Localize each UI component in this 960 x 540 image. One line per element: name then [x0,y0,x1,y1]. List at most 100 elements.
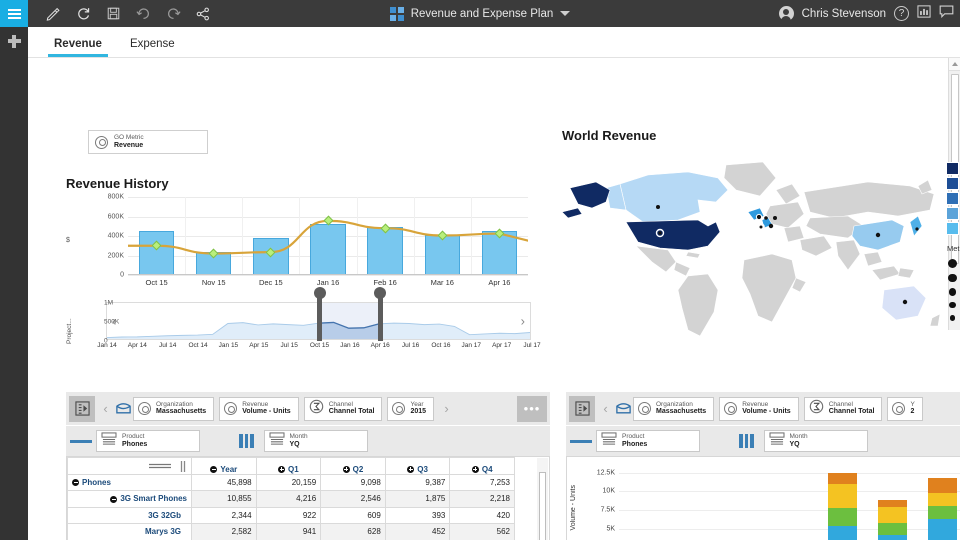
panel-menu-icon[interactable] [69,396,95,422]
filter-more-button[interactable]: ••• [517,396,547,422]
bar-segment[interactable] [878,535,907,540]
bar-segment[interactable] [828,473,857,484]
rows-layout-icon[interactable] [70,430,92,452]
filter-chip[interactable]: MonthYQ [764,430,868,452]
table-row[interactable]: 3G 32Gb2,344922609393420 [68,507,515,524]
world-revenue-map[interactable] [548,150,948,350]
pause-grip-icon[interactable] [179,461,187,474]
table-cell-value[interactable]: 2,582 [192,524,257,540]
table-cell-value[interactable]: 922 [256,507,321,524]
filter-chip[interactable]: ProductPhones [596,430,700,452]
comment-icon[interactable] [939,5,954,23]
timeline-plot-area[interactable]: ‹ › 0500K1M Jan 14Apr 14Jul 14Oct 14Jan … [106,302,531,340]
rows-layout-icon[interactable] [570,430,592,452]
bar-segment[interactable] [878,523,907,535]
filter-chip[interactable]: ProductPhones [96,430,200,452]
undo-icon[interactable] [128,0,158,27]
database-icon[interactable] [113,396,133,422]
report-icon[interactable] [917,5,931,23]
table-cell-value[interactable]: 2,218 [450,491,515,508]
go-metric-chip[interactable]: GO Metric Revenue [88,130,208,154]
table-cell-value[interactable]: 1,875 [385,491,450,508]
stacked-bar-chart[interactable]: Volume - Units 02.5K5K7.5K10K12.5K 3G 32… [566,456,960,540]
filter-prev-button[interactable]: ‹ [598,401,613,416]
filter-chip[interactable]: Year2015 [387,397,434,421]
refresh-icon[interactable] [68,0,98,27]
user-name[interactable]: Chris Stevenson [802,8,886,20]
table-cell-value[interactable]: 4,216 [256,491,321,508]
bar-segment[interactable] [928,506,957,518]
edit-icon[interactable] [38,0,68,27]
table-row[interactable]: 3G Smart Phones10,8554,2162,5461,8752,21… [68,491,515,508]
table-row[interactable]: Phones45,89820,1599,0989,3877,253 [68,474,515,491]
crosstab-table[interactable]: Year Q1 Q2 Q3 Q4 Phones45,89820,1599,098… [66,456,550,540]
table-col-q1[interactable]: Q1 [256,458,321,475]
bar-segment[interactable] [828,508,857,525]
columns-icon[interactable] [239,434,254,448]
expand-icon[interactable] [343,466,350,473]
save-icon[interactable] [98,0,128,27]
stacked-bar[interactable] [828,473,857,540]
table-cell-value[interactable]: 2,546 [321,491,386,508]
stacked-bar[interactable] [928,478,957,540]
expand-icon[interactable] [407,466,414,473]
panel-menu-icon[interactable] [569,396,595,422]
table-cell-label[interactable]: 3G 32Gb [68,507,192,524]
avatar[interactable] [779,6,794,21]
table-col-q2[interactable]: Q2 [321,458,386,475]
bar-segment[interactable] [928,493,957,507]
table-cell-value[interactable]: 393 [385,507,450,524]
filter-chip[interactable]: MonthYQ [264,430,368,452]
filter-next-button[interactable]: › [439,401,454,416]
table-cell-value[interactable]: 9,098 [321,474,386,491]
chevron-down-icon[interactable] [560,11,570,16]
stacked-bar[interactable] [878,500,907,540]
table-cell-value[interactable]: 941 [256,524,321,540]
table-row[interactable]: Marys 3G2,582941628452562 [68,524,515,540]
table-cell-value[interactable]: 9,387 [385,474,450,491]
expand-icon[interactable] [278,466,285,473]
table-cell-value[interactable]: 562 [450,524,515,540]
bar-segment[interactable] [828,484,857,509]
share-icon[interactable] [188,0,218,27]
timeline-selection[interactable] [320,303,381,339]
scroll-up-icon[interactable] [949,58,960,71]
bar-segment[interactable] [828,526,857,540]
bar-segment[interactable] [928,478,957,492]
table-cell-value[interactable]: 628 [321,524,386,540]
columns-icon[interactable] [739,434,754,448]
hamburger-icon[interactable] [0,0,28,27]
table-cell-label[interactable]: Marys 3G [68,524,192,540]
table-col-q3[interactable]: Q3 [385,458,450,475]
filter-chip[interactable]: RevenueVolume - Units [219,397,298,421]
table-cell-value[interactable]: 420 [450,507,515,524]
table-corner-cell[interactable] [68,458,192,475]
filter-chip[interactable]: ChannelChannel Total [304,397,383,421]
scrollbar-thumb[interactable] [539,472,546,540]
collapse-icon[interactable] [72,479,79,486]
table-col-q4[interactable]: Q4 [450,458,515,475]
redo-icon[interactable] [158,0,188,27]
add-icon[interactable] [0,27,28,55]
bar-segment[interactable] [878,507,907,524]
drag-handle-icon[interactable] [147,462,173,472]
tab-expense[interactable]: Expense [116,38,189,57]
timeline-handle-start[interactable] [317,291,322,341]
bar-segment[interactable] [928,519,957,540]
filter-prev-button[interactable]: ‹ [98,401,113,416]
table-cell-label[interactable]: 3G Smart Phones [68,491,192,508]
help-icon[interactable]: ? [894,6,909,21]
filter-chip[interactable]: ChannelChannel Total [804,397,883,421]
filter-chip[interactable]: OrganizationMassachusetts [633,397,714,421]
filter-chip[interactable]: OrganizationMassachusetts [133,397,214,421]
table-vertical-scrollbar[interactable] [537,458,548,540]
filter-chip[interactable]: Y2 [887,397,922,421]
database-icon[interactable] [613,396,633,422]
tab-revenue[interactable]: Revenue [40,38,116,57]
table-cell-value[interactable]: 7,253 [450,474,515,491]
expand-icon[interactable] [472,466,479,473]
table-cell-value[interactable]: 452 [385,524,450,540]
table-cell-value[interactable]: 2,344 [192,507,257,524]
table-cell-value[interactable]: 20,159 [256,474,321,491]
table-cell-value[interactable]: 45,898 [192,474,257,491]
